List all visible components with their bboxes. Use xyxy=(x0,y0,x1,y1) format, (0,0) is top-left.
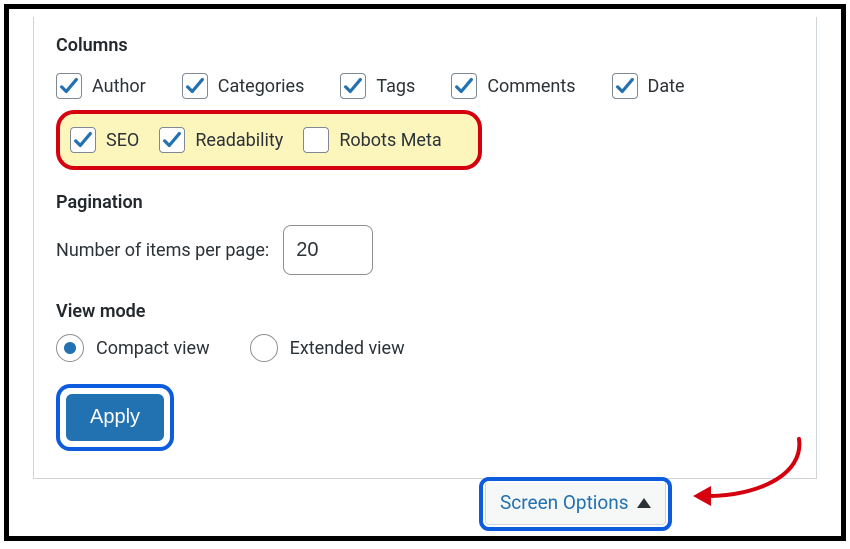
screen-options-panel: Columns Author Categories Tags Comments … xyxy=(33,17,817,479)
column-label: Author xyxy=(92,76,146,97)
checkbox-categories[interactable] xyxy=(182,73,208,99)
checkbox-seo[interactable] xyxy=(70,127,96,153)
checkbox-readability[interactable] xyxy=(159,127,185,153)
checkbox-comments[interactable] xyxy=(451,73,477,99)
column-option-robots-meta[interactable]: Robots Meta xyxy=(303,120,441,160)
column-label: Comments xyxy=(487,76,575,97)
screen-options-label: Screen Options xyxy=(500,491,629,514)
columns-row-1: Author Categories Tags Comments Date xyxy=(56,66,798,106)
column-label: Categories xyxy=(218,76,305,97)
items-per-page-row: Number of items per page: xyxy=(56,225,798,275)
radio-label-extended: Extended view xyxy=(290,338,405,359)
column-option-date[interactable]: Date xyxy=(612,66,685,106)
highlighted-columns-row: SEO Readability Robots Meta xyxy=(56,110,482,170)
apply-button[interactable]: Apply xyxy=(66,394,164,441)
radio-compact-view[interactable] xyxy=(56,334,84,362)
column-option-comments[interactable]: Comments xyxy=(451,66,575,106)
apply-button-highlight: Apply xyxy=(56,384,174,451)
checkbox-robots-meta[interactable] xyxy=(303,127,329,153)
radio-label-compact: Compact view xyxy=(96,338,210,359)
column-label: Date xyxy=(648,76,685,97)
view-mode-heading: View mode xyxy=(56,301,798,322)
column-option-categories[interactable]: Categories xyxy=(182,66,305,106)
column-label: Tags xyxy=(376,76,415,97)
column-label: SEO xyxy=(106,130,139,151)
window-frame: Columns Author Categories Tags Comments … xyxy=(4,4,846,541)
screen-options-toggle[interactable]: Screen Options xyxy=(485,483,666,525)
checkbox-tags[interactable] xyxy=(340,73,366,99)
items-per-page-input[interactable] xyxy=(283,225,373,275)
column-label: Robots Meta xyxy=(339,130,441,151)
view-mode-row: Compact view Extended view xyxy=(56,334,798,362)
items-per-page-label: Number of items per page: xyxy=(56,240,269,261)
checkbox-date[interactable] xyxy=(612,73,638,99)
radio-extended-view[interactable] xyxy=(250,334,278,362)
column-option-tags[interactable]: Tags xyxy=(340,66,415,106)
columns-heading: Columns xyxy=(56,35,798,56)
checkbox-author[interactable] xyxy=(56,73,82,99)
column-option-seo[interactable]: SEO xyxy=(70,120,139,160)
column-option-author[interactable]: Author xyxy=(56,66,146,106)
chevron-up-icon xyxy=(637,498,651,508)
column-option-readability[interactable]: Readability xyxy=(159,120,283,160)
pagination-heading: Pagination xyxy=(56,192,798,213)
screen-options-toggle-highlight: Screen Options xyxy=(479,477,672,531)
column-label: Readability xyxy=(195,130,283,151)
